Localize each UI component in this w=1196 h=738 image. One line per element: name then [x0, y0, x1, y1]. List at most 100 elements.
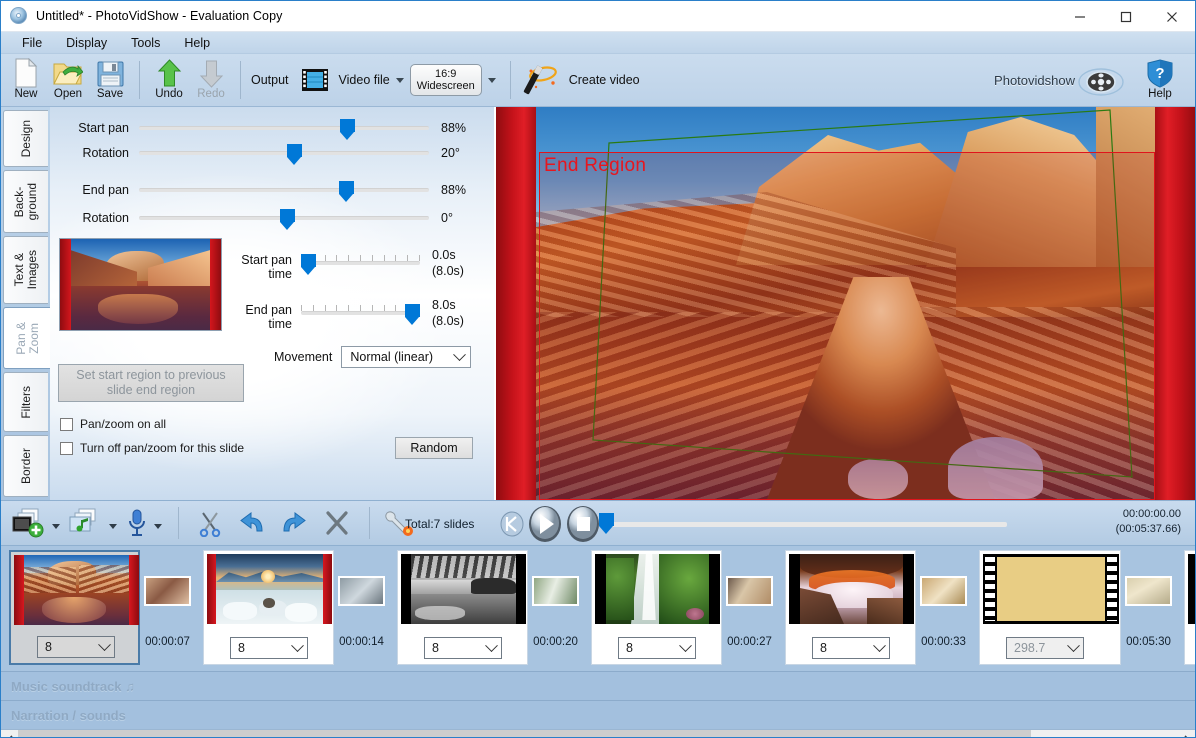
- toolbar-separator: [139, 61, 140, 99]
- movement-value: Normal (linear): [350, 350, 434, 364]
- start-pan-time-slider[interactable]: [301, 254, 420, 275]
- maximize-icon[interactable]: [1103, 1, 1149, 32]
- narration-sounds-track[interactable]: Narration / sounds: [1, 700, 1195, 729]
- help-button[interactable]: ? Help: [1141, 56, 1179, 105]
- slide-item-2[interactable]: 8: [203, 550, 334, 665]
- sidebar-item-text-images[interactable]: Text & Images: [3, 236, 48, 304]
- transition-item-2[interactable]: 00:00:14: [334, 550, 389, 648]
- filmstrip[interactable]: 8 00:00:07 8 00:00:14 8 00:00:20 8 00:00…: [1, 546, 1195, 671]
- chevron-down-icon-microphone[interactable]: [154, 523, 162, 529]
- playhead-thumb[interactable]: [599, 513, 614, 534]
- slide-item-4[interactable]: 8: [591, 550, 722, 665]
- menu-item-help[interactable]: Help: [173, 34, 221, 52]
- transition-item-3[interactable]: 00:00:20: [528, 550, 583, 648]
- movement-select[interactable]: Normal (linear): [341, 346, 472, 368]
- panzoom-on-all-label: Pan/zoom on all: [80, 417, 167, 431]
- menu-item-display[interactable]: Display: [55, 34, 118, 52]
- menu-item-tools[interactable]: Tools: [120, 34, 171, 52]
- app-disc-icon: [10, 7, 28, 25]
- slide-duration-4[interactable]: 8: [618, 637, 696, 659]
- slider-thumb[interactable]: [280, 209, 295, 230]
- transition-item-6[interactable]: 00:05:30: [1121, 550, 1176, 648]
- timeline-scrubber[interactable]: [609, 522, 1007, 527]
- delete-x-icon[interactable]: [324, 510, 350, 536]
- slide-duration-5[interactable]: 8: [812, 637, 890, 659]
- output-format-value[interactable]: Video file: [339, 73, 390, 87]
- slider-track: [139, 151, 429, 155]
- slide-item-5[interactable]: 8: [785, 550, 916, 665]
- start-rotation-slider[interactable]: [139, 144, 429, 165]
- open-button[interactable]: Open: [49, 56, 87, 105]
- slider-thumb[interactable]: [405, 304, 420, 325]
- scissors-cut-icon[interactable]: [198, 509, 222, 537]
- random-button[interactable]: Random: [395, 437, 473, 459]
- slide-duration-6[interactable]: 298.7: [1006, 637, 1084, 659]
- undo-button[interactable]: Undo: [150, 56, 188, 105]
- horizontal-scrollbar[interactable]: [1, 729, 1195, 737]
- add-music-icon[interactable]: [69, 508, 103, 538]
- slide-item-6[interactable]: 298.7: [979, 550, 1121, 665]
- slider-thumb[interactable]: [301, 254, 316, 275]
- create-video-label[interactable]: Create video: [569, 73, 640, 87]
- scroll-right-icon[interactable]: [1178, 729, 1195, 737]
- music-soundtrack-track[interactable]: Music soundtrack ♫: [1, 671, 1195, 700]
- transition-item-4[interactable]: 00:00:27: [722, 550, 777, 648]
- set-start-region-button[interactable]: Set start region to previous slide end r…: [58, 364, 244, 402]
- film-strip-icon[interactable]: [300, 65, 330, 95]
- slide-item-3[interactable]: 8: [397, 550, 528, 665]
- preview-canvas[interactable]: End Region: [496, 107, 1195, 500]
- turn-off-panzoom-checkbox-row[interactable]: Turn off pan/zoom for this slide: [60, 441, 244, 455]
- slide-duration-1[interactable]: 8: [37, 636, 115, 658]
- sidebar-item-background[interactable]: Back- ground: [3, 170, 48, 233]
- microphone-icon[interactable]: [126, 508, 148, 538]
- play-icon[interactable]: [527, 504, 563, 544]
- turn-off-panzoom-checkbox[interactable]: [60, 441, 73, 455]
- slider-thumb[interactable]: [340, 119, 355, 140]
- rewind-to-start-icon[interactable]: [500, 511, 524, 537]
- stop-icon[interactable]: [565, 504, 601, 544]
- chevron-down-icon-aspect[interactable]: [487, 77, 496, 83]
- sidebar-item-design[interactable]: Design: [3, 110, 48, 167]
- start-pan-time-total: (8.0s): [432, 264, 464, 278]
- end-pan-slider[interactable]: [139, 181, 429, 202]
- slider-thumb[interactable]: [287, 144, 302, 165]
- chevron-down-icon-add-music[interactable]: [109, 523, 117, 529]
- chevron-down-icon-duration-4: [679, 638, 692, 652]
- end-region-outline[interactable]: [539, 152, 1155, 500]
- sidebar-item-filters[interactable]: Filters: [3, 372, 48, 432]
- scrollbar-track[interactable]: [1031, 729, 1178, 737]
- redo-icon[interactable]: [280, 511, 308, 535]
- new-button[interactable]: New: [7, 56, 45, 105]
- close-icon[interactable]: [1149, 1, 1195, 32]
- chevron-down-icon-add-photos[interactable]: [52, 523, 60, 529]
- transition-item-1[interactable]: 00:00:07: [140, 550, 195, 648]
- end-pan-time-slider[interactable]: [301, 304, 420, 325]
- magic-wand-icon[interactable]: [522, 62, 562, 98]
- panzoom-on-all-checkbox[interactable]: [60, 417, 73, 431]
- scroll-left-icon[interactable]: [1, 729, 18, 737]
- transition-item-5[interactable]: 00:00:33: [916, 550, 971, 648]
- slide-item-7[interactable]: 8: [1184, 550, 1195, 665]
- sidebar-item-border[interactable]: Border: [3, 435, 48, 497]
- aspect-ratio-button[interactable]: 16:9 Widescreen: [409, 64, 482, 96]
- sidebar-item-pan-zoom[interactable]: Pan & Zoom: [3, 307, 51, 369]
- chevron-down-icon-output[interactable]: [395, 77, 404, 83]
- end-pan-label: End pan: [82, 183, 129, 197]
- minimize-icon[interactable]: [1057, 1, 1103, 32]
- slider-ticks: [301, 305, 420, 311]
- slider-thumb[interactable]: [339, 181, 354, 202]
- help-label: Help: [1148, 88, 1172, 100]
- add-photos-icon[interactable]: [12, 508, 46, 538]
- save-button[interactable]: Save: [91, 56, 129, 105]
- scrollbar-thumb[interactable]: [18, 729, 1031, 737]
- brand-logo: Photovidshow: [994, 66, 1124, 96]
- slide-duration-3[interactable]: 8: [424, 637, 502, 659]
- start-pan-slider[interactable]: [139, 119, 429, 140]
- undo-icon[interactable]: [238, 511, 266, 535]
- end-rotation-slider[interactable]: [139, 209, 429, 230]
- menu-item-file[interactable]: File: [11, 34, 53, 52]
- transition-time-1: 00:00:07: [145, 636, 190, 648]
- slide-item-1[interactable]: 8: [9, 550, 140, 665]
- slide-duration-2[interactable]: 8: [230, 637, 308, 659]
- panzoom-on-all-checkbox-row[interactable]: Pan/zoom on all: [60, 417, 166, 431]
